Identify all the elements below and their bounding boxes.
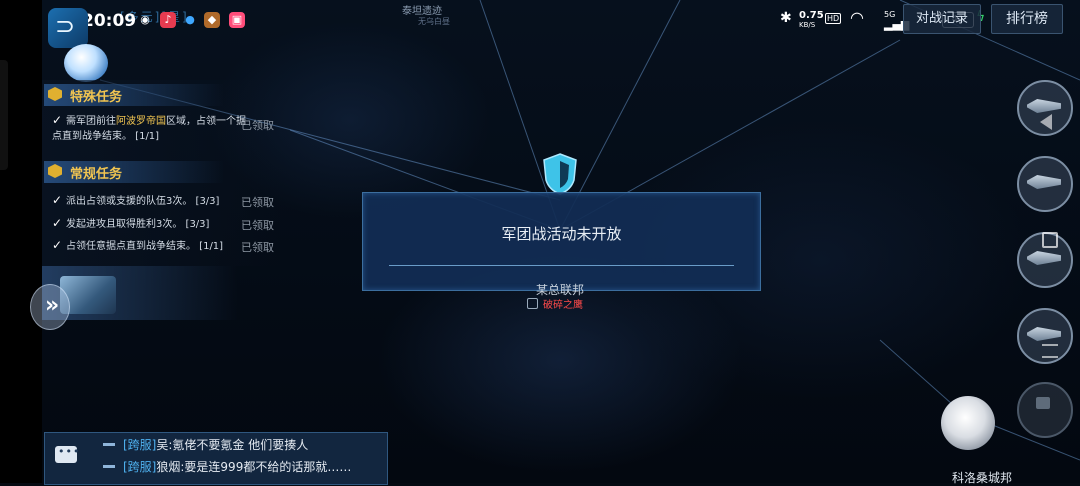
edge-gesture-handle[interactable] (0, 60, 8, 170)
planet-node-icon[interactable] (941, 396, 995, 450)
music-app-icon: ♪ (160, 12, 176, 28)
video-app-icon: ▣ (229, 12, 245, 28)
task-text: 派出占领或支援的队伍3次。 [3/3] (66, 196, 220, 207)
notice-divider (389, 265, 734, 266)
app-logo-icon[interactable]: ⊃ (48, 8, 88, 48)
planet-name[interactable]: 科洛桑城邦 (952, 469, 1012, 486)
regular-task-badge-icon (48, 164, 62, 178)
chat-dash (103, 443, 115, 446)
regular-task-item: ✓ 发起进攻且取得胜利3次。 [3/3] (52, 216, 252, 232)
ship-icon (1027, 175, 1061, 189)
fleet-slot-button-2[interactable] (1017, 156, 1073, 212)
check-icon: ✓ (52, 238, 63, 252)
check-icon: ✓ (52, 216, 63, 230)
legion-planet-icon[interactable] (64, 44, 108, 82)
chat-dash (103, 465, 115, 468)
bluetooth-icon: ✱ (780, 10, 792, 26)
check-icon: ✓ (52, 113, 63, 127)
task-status: 已领取 (241, 196, 274, 209)
logo-glyph: ⊃ (55, 12, 76, 40)
nav-menu-icon[interactable] (1042, 344, 1058, 358)
legion-tag-icon (527, 298, 538, 309)
special-task-item: ✓ 需军团前往阿波罗帝国区域，占领一个据点直到战争结束。 [1/1] (52, 113, 252, 144)
regular-task-item: ✓ 占领任意据点直到战争结束。 [1/1] (52, 238, 252, 254)
expand-panel-button[interactable]: » (30, 284, 70, 330)
game-app-icon: ◆ (204, 12, 220, 28)
weibo-icon: ◉ (140, 13, 150, 26)
chevron-right-icon: » (45, 293, 60, 318)
chat-bubble-icon[interactable]: ••• (55, 445, 81, 463)
special-task-title: 特殊任务 (70, 90, 123, 105)
locked-slot-button[interactable] (1017, 382, 1073, 438)
task-text: 需军团前往 (66, 116, 116, 127)
lock-icon (1036, 397, 1050, 409)
chat-dots: ••• (58, 445, 81, 458)
task-status: 已领取 (241, 241, 274, 254)
special-task-badge-icon (48, 87, 62, 101)
chat-panel[interactable]: ••• [跨服]吴:氪佬不要氪金 他们要揍人 [跨服]狼烟:要是连999都不给的… (44, 432, 388, 485)
ship-icon (1027, 99, 1061, 113)
nav-home-icon[interactable] (1042, 232, 1058, 248)
task-highlight: 阿波罗帝国 (116, 116, 166, 127)
regular-task-item: ✓ 派出占领或支援的队伍3次。 [3/3] (52, 193, 252, 209)
task-text: 占领任意据点直到战争结束。 [1/1] (66, 241, 224, 252)
nav-back-icon[interactable] (1040, 114, 1052, 130)
node-title: 泰坦遗迹 (402, 6, 442, 17)
ship-icon (1027, 327, 1061, 341)
map-node-tag: 破碎之鹰 (527, 296, 583, 311)
task-status: 已领取 (241, 219, 274, 232)
special-task-header: 特殊任务 (44, 84, 224, 106)
chat-text: 狼烟:要是连999都不给的话那就…… (156, 460, 352, 474)
net-speed-unit: KB/S (799, 21, 816, 29)
map-node-tag-text: 破碎之鹰 (543, 300, 583, 311)
notice-message: 军团战活动未开放 (501, 225, 622, 243)
leaderboard-button[interactable]: 排行榜 (991, 4, 1063, 34)
chat-channel-tag: [跨服] (123, 460, 157, 474)
node-caption: 无乌白昼 (418, 17, 450, 26)
check-icon: ✓ (52, 193, 63, 207)
qq-icon: ● (185, 13, 195, 26)
wifi-icon: ◠ (850, 8, 864, 27)
chat-channel-tag: [跨服] (123, 438, 157, 452)
battle-record-button[interactable]: 对战记录 (903, 4, 982, 34)
notice-dialog[interactable]: 军团战活动未开放 (362, 192, 761, 291)
chat-message[interactable]: [跨服]狼烟:要是连999都不给的话那就…… (103, 458, 351, 475)
clock: 20:09 (82, 11, 137, 31)
net-speed: 0.75 (799, 10, 824, 21)
regular-task-title: 常规任务 (70, 167, 123, 182)
chat-message[interactable]: [跨服]吴:氪佬不要氪金 他们要揍人 (103, 436, 308, 453)
shield-icon (543, 153, 577, 195)
chat-text: 吴:氪佬不要氪金 他们要揍人 (156, 438, 309, 452)
ship-icon (1027, 251, 1061, 265)
task-text: 发起进攻且取得胜利3次。 [3/3] (66, 219, 210, 230)
regular-task-header: 常规任务 (44, 161, 224, 183)
hd-badge: HD (825, 13, 842, 24)
task-status: 已领取 (241, 119, 274, 132)
